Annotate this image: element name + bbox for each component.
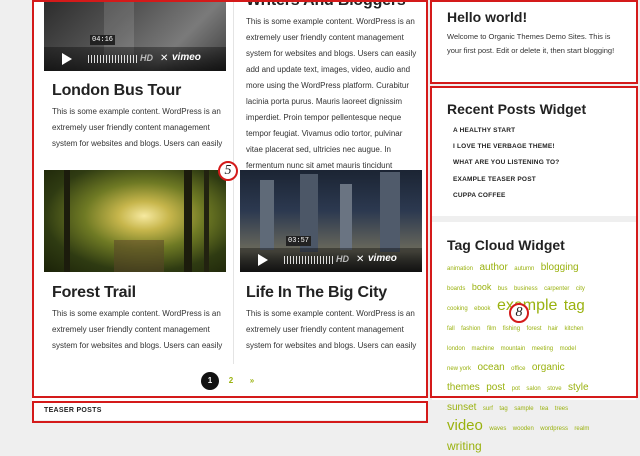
teaser-heading: TEASER POSTS	[44, 407, 102, 414]
tag-link[interactable]: wordpress	[540, 426, 568, 432]
tag-link[interactable]: realm	[574, 426, 589, 432]
tag-link[interactable]: wooden	[513, 426, 534, 432]
tag-link[interactable]: surf	[483, 406, 493, 412]
tag-link[interactable]: tea	[540, 406, 548, 412]
marker-five: 5	[218, 161, 238, 181]
tag-link[interactable]: sample	[514, 406, 533, 412]
widget-text: Welcome to Organic Themes Demo Sites. Th…	[447, 32, 615, 55]
tag-link[interactable]: tag	[499, 406, 507, 412]
widget-title[interactable]: Hello world!	[447, 9, 527, 25]
main-highlight	[32, 0, 428, 398]
tag-link[interactable]: sunset	[447, 402, 476, 413]
tag-link[interactable]: waves	[489, 426, 506, 432]
tag-link[interactable]: trees	[555, 406, 568, 412]
tag-link[interactable]: writing	[447, 439, 482, 453]
sidebar-highlight	[430, 86, 638, 398]
